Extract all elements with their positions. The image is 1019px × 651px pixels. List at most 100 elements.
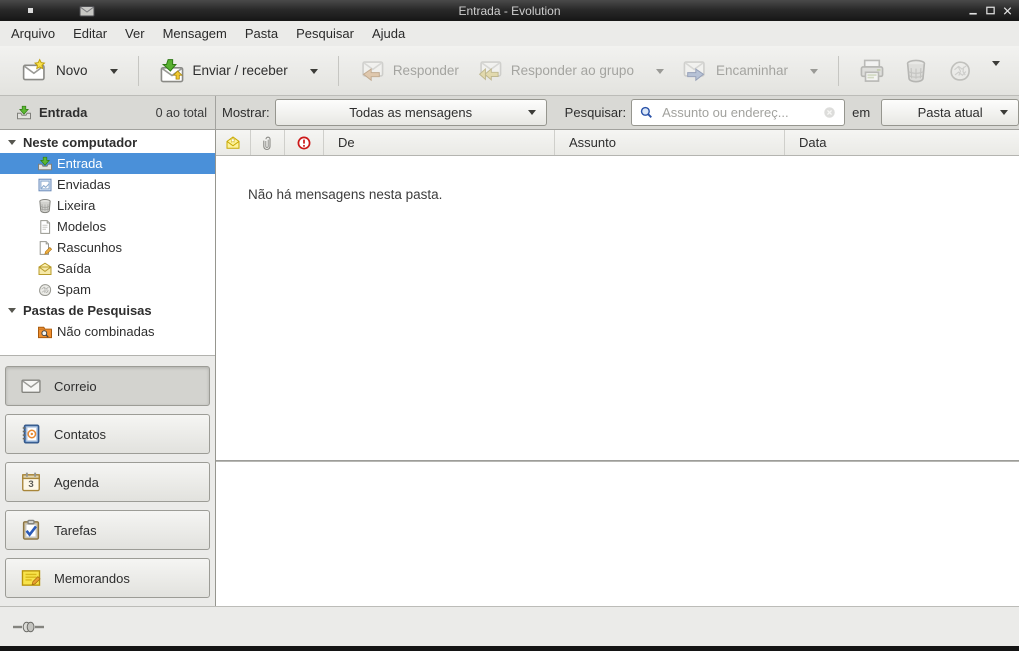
reply-group-button[interactable]: Responder ao grupo [468,53,673,89]
folder-item-modelos[interactable]: Modelos [0,216,215,237]
status-icon [225,135,241,151]
expander-icon[interactable] [8,308,16,313]
search-field[interactable] [631,99,845,126]
print-button[interactable] [850,53,894,89]
close-button[interactable] [1001,4,1014,17]
column-header-label: Data [799,135,826,150]
search-icon [639,105,654,120]
show-label: Mostrar: [222,105,270,120]
maximize-button[interactable] [984,4,997,17]
switcher-label: Correio [54,379,97,394]
preview-pane [216,462,1019,606]
scope-dropdown[interactable]: Pasta atual [881,99,1019,126]
junk-button[interactable] [938,53,982,89]
tree-section-header[interactable]: Neste computador [0,132,215,153]
search-folder-icon [37,324,53,340]
switcher-tarefas[interactable]: Tarefas [5,510,210,550]
minimize-button[interactable] [967,4,980,17]
folder-item-enviadas[interactable]: Enviadas [0,174,215,195]
new-mail-icon [22,58,48,84]
message-area: DeAssunto Data Não há mensagens nesta pas… [216,130,1019,606]
window-menu-dot[interactable] [28,8,33,13]
column-attachment[interactable] [251,130,285,155]
switcher-correio[interactable]: Correio [5,366,210,406]
reply-group-label: Responder ao grupo [511,63,634,78]
filter-area: Mostrar: Todas as mensagens Pesquisar: e… [216,96,1019,129]
junk-icon [947,58,973,84]
menu-ver[interactable]: Ver [116,22,154,45]
menu-editar[interactable]: Editar [64,22,116,45]
folder-item-lixeira[interactable]: Lixeira [0,195,215,216]
switcher-agenda[interactable]: 3Agenda [5,462,210,502]
folder-item-label: Saída [57,261,91,276]
chevron-down-icon [1000,110,1008,119]
switcher-contatos[interactable]: Contatos [5,414,210,454]
reply-icon [359,58,385,84]
folder-title: Entrada [39,105,87,120]
trash-icon [37,198,53,214]
folder-item-naocombinadas[interactable]: Não combinadas [0,321,215,342]
tree-section-label: Pastas de Pesquisas [23,303,152,318]
expander-icon[interactable] [8,140,16,145]
show-filter-dropdown[interactable]: Todas as mensagens [275,99,547,126]
folder-header: Entrada 0 ao total [0,96,216,129]
send-receive-icon [159,58,185,84]
column-status[interactable] [216,130,251,155]
menu-pesquisar[interactable]: Pesquisar [287,22,363,45]
print-icon [859,58,885,84]
show-filter-value: Todas as mensagens [349,105,472,120]
contacts-icon [20,423,42,445]
view-switcher: Correio Contatos 3Agenda Tarefas Memorandos [0,356,215,606]
menu-mensagem[interactable]: Mensagem [154,22,236,45]
folder-item-label: Spam [57,282,91,297]
delete-button[interactable] [894,53,938,89]
search-label: Pesquisar: [565,105,626,120]
folder-item-spam[interactable]: Spam [0,279,215,300]
chevron-down-icon[interactable] [810,69,818,78]
column-priority[interactable] [285,130,324,155]
column-header-assunto[interactable]: Assunto [555,130,785,155]
priority-icon [296,135,312,151]
tree-section-header[interactable]: Pastas de Pesquisas [0,300,215,321]
switcher-label: Contatos [54,427,106,442]
chevron-down-icon [992,61,1000,85]
search-input[interactable] [660,104,816,121]
folder-item-saida[interactable]: Saída [0,258,215,279]
chevron-down-icon[interactable] [110,69,118,78]
tasks-icon [20,519,42,541]
toolbar-overflow-button[interactable] [986,59,1006,82]
message-list[interactable]: Não há mensagens nesta pasta. [216,156,1019,460]
menu-pasta[interactable]: Pasta [236,22,287,45]
sent-icon [37,177,53,193]
attachment-icon [260,135,276,151]
scope-value: Pasta atual [918,105,983,120]
menu-arquivo[interactable]: Arquivo [2,22,64,45]
clear-search-icon[interactable] [822,105,837,120]
folder-item-label: Não combinadas [57,324,155,339]
column-header-data[interactable]: Data [785,130,1019,155]
switcher-memorandos[interactable]: Memorandos [5,558,210,598]
menu-ajuda[interactable]: Ajuda [363,22,414,45]
chevron-down-icon[interactable] [656,69,664,78]
folder-sidebar: Neste computadorEntradaEnviadas Lixeira Mo… [0,130,216,606]
chevron-down-icon[interactable] [310,69,318,78]
folder-item-label: Modelos [57,219,106,234]
forward-button-label: Encaminhar [716,63,788,78]
evolution-window: Entrada - Evolution ArquivoEditarVerMens… [0,0,1019,651]
reply-button-label: Responder [393,63,459,78]
forward-button[interactable]: Encaminhar [673,53,827,89]
folder-tree: Neste computadorEntradaEnviadas Lixeira Mo… [0,130,215,356]
reply-button[interactable]: Responder [350,53,468,89]
send-receive-button[interactable]: Enviar / receber [150,53,327,89]
empty-folder-message: Não há mensagens nesta pasta. [248,187,442,202]
folder-item-entrada[interactable]: Entrada [0,153,215,174]
templates-icon [37,219,53,235]
folder-filter-bar: Entrada 0 ao total Mostrar: Todas as men… [0,96,1019,130]
scope-label: em [852,105,870,120]
online-status-icon[interactable] [13,619,45,635]
folder-item-label: Lixeira [57,198,95,213]
column-header-de[interactable]: De [324,130,555,155]
forward-icon [682,58,708,84]
new-button[interactable]: Novo [13,53,127,89]
folder-item-rascunhos[interactable]: Rascunhos [0,237,215,258]
